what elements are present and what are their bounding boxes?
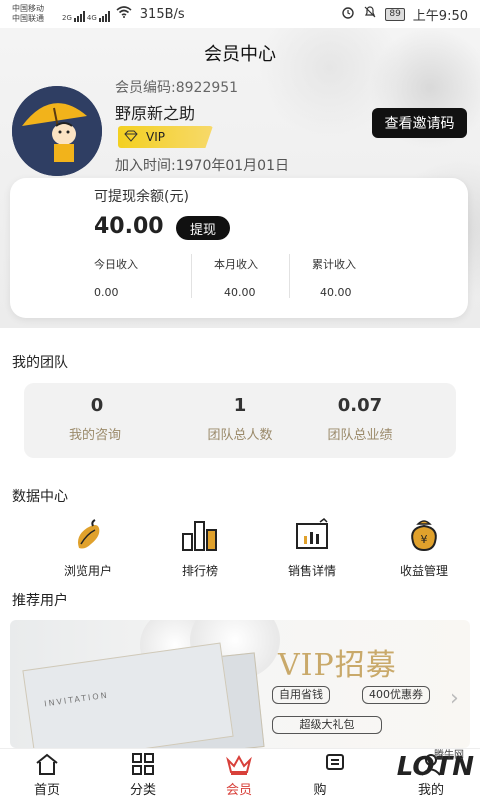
tag-self-use: 自用省钱 — [272, 686, 330, 704]
svg-text:¥: ¥ — [421, 533, 428, 546]
divider — [289, 254, 290, 298]
nav-category[interactable]: 分类 — [98, 751, 188, 798]
recommend-title: 推荐用户 — [12, 593, 68, 609]
diamond-icon — [124, 130, 138, 145]
vip-label: VIP — [146, 130, 165, 144]
balance-label: 可提现余额(元) — [94, 189, 189, 205]
page-title: 会员中心 — [204, 44, 276, 65]
nav-category-label: 分类 — [129, 783, 156, 798]
my-consult[interactable]: 0 我的咨询 — [50, 395, 190, 443]
income-management-label: 收益管理 — [399, 564, 448, 578]
today-income-label: 今日收入 — [94, 258, 138, 271]
sales-detail[interactable]: 销售详情 — [262, 516, 362, 579]
nav-cart-label: 购 — [313, 783, 327, 798]
team-performance-value: 0.07 — [337, 395, 383, 416]
sweet-potato-icon — [38, 516, 138, 552]
alarm-icon — [341, 5, 355, 23]
mute-icon — [363, 5, 377, 23]
balance-amount: 40.00 — [94, 214, 164, 239]
my-consult-label: 我的咨询 — [68, 428, 121, 443]
nav-home[interactable]: 首页 — [2, 751, 92, 798]
today-income-value: 0.00 — [94, 286, 119, 299]
watermark-small-text: 腾牛网 — [434, 750, 464, 761]
nav-cart[interactable]: 购 — [290, 751, 380, 798]
network-speed: 315B/s — [139, 6, 185, 22]
total-income-label: 累计收入 — [312, 258, 356, 271]
grid-icon — [98, 751, 188, 777]
vip-badge: VIP — [118, 126, 213, 148]
browse-users-label: 浏览用户 — [63, 564, 112, 578]
withdraw-button[interactable]: 提现 — [176, 216, 230, 240]
battery-indicator: 89 — [385, 7, 405, 21]
team-size-value: 1 — [233, 395, 247, 416]
team-size-label: 团队总人数 — [207, 428, 273, 443]
status-bar: 中国移动 中国联通 2G 4G 315B/s 89 上午9:50 — [0, 0, 480, 28]
team-performance[interactable]: 0.07 团队总业绩 — [290, 395, 430, 443]
team-section-title: 我的团队 — [12, 355, 68, 371]
sales-chart-icon — [262, 516, 362, 552]
income-management[interactable]: ¥ 收益管理 — [374, 516, 474, 579]
tag-gift-pack: 超级大礼包 — [272, 716, 382, 734]
carrier-2: 中国联通 — [12, 14, 44, 23]
avatar[interactable] — [12, 86, 102, 176]
sales-detail-label: 销售详情 — [287, 564, 336, 578]
leaderboard[interactable]: 排行榜 — [150, 516, 250, 579]
leaderboard-label: 排行榜 — [181, 564, 218, 578]
view-invite-code-button[interactable]: 查看邀请码 — [372, 108, 467, 138]
total-income: 累计收入 40.00 — [312, 256, 412, 299]
member-number: 会员编码:8922951 — [115, 80, 239, 96]
vip-recruit-banner[interactable]: INVITATION VIP招募 自用省钱 400优惠券 超级大礼包 › — [10, 620, 470, 748]
team-performance-label: 团队总业绩 — [327, 428, 393, 443]
money-bag-icon: ¥ — [374, 516, 474, 552]
vip-recruit-headline: VIP招募 — [278, 648, 397, 683]
divider — [191, 254, 192, 298]
month-income: 本月收入 40.00 — [214, 256, 314, 299]
watermark-logo: 腾牛网 LOTN — [397, 750, 474, 782]
username: 野原新之助 — [115, 104, 196, 123]
team-card: 0 我的咨询 1 团队总人数 0.07 团队总业绩 — [24, 383, 456, 458]
invitation-card — [22, 642, 234, 748]
total-income-value: 40.00 — [320, 286, 352, 299]
team-size[interactable]: 1 团队总人数 — [170, 395, 310, 443]
data-center-title: 数据中心 — [12, 489, 68, 505]
join-date: 加入时间:1970年01月01日 — [115, 158, 289, 174]
chevron-right-icon[interactable]: › — [450, 686, 459, 711]
network-1-label: 2G — [62, 14, 72, 22]
carrier-1: 中国移动 — [12, 4, 44, 13]
tag-coupon: 400优惠券 — [362, 686, 430, 704]
month-income-value: 40.00 — [224, 286, 256, 299]
crown-icon — [194, 751, 284, 777]
balance-card: 可提现余额(元) 40.00 提现 今日收入 0.00 本月收入 40.00 累… — [10, 178, 468, 318]
browse-users[interactable]: 浏览用户 — [38, 516, 138, 579]
month-income-label: 本月收入 — [214, 258, 258, 271]
signal-icon: 2G 4G — [62, 6, 110, 22]
bar-chart-icon — [150, 516, 250, 552]
wifi-icon — [116, 6, 132, 22]
today-income: 今日收入 0.00 — [94, 256, 194, 299]
clock: 上午9:50 — [412, 8, 468, 24]
network-2-label: 4G — [86, 14, 97, 22]
my-consult-value: 0 — [90, 395, 104, 416]
home-icon — [2, 751, 92, 777]
nav-home-label: 首页 — [33, 783, 60, 798]
carrier-info: 中国移动 中国联通 — [12, 4, 60, 24]
cart-icon — [290, 751, 380, 777]
